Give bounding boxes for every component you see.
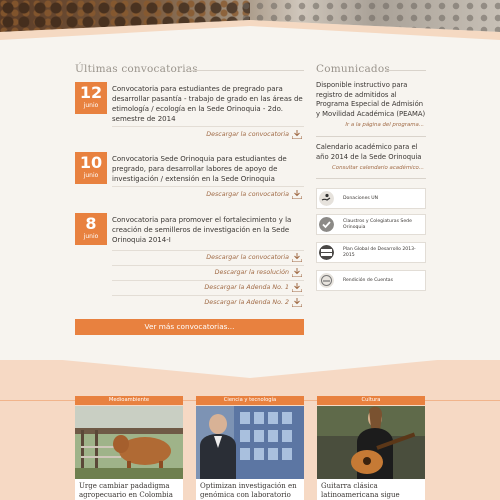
laboratory-photo: [196, 406, 304, 479]
download-link[interactable]: Descargar la Adenda No. 2: [204, 296, 304, 309]
checkmark-badge-icon: [319, 217, 334, 232]
convocatoria-text[interactable]: Convocatoria Sede Orinoquia para estudia…: [112, 154, 304, 184]
download-link[interactable]: Descargar la resolución: [215, 266, 304, 279]
divider: [316, 178, 426, 179]
comunicados-title-rule: [386, 70, 426, 71]
divider: [112, 126, 304, 127]
news-caption: Optimizan investigación en genómica con …: [196, 479, 304, 500]
side-link-claustros[interactable]: Claustros y Colegiaturas Sede Orinoquia: [316, 214, 426, 235]
download-icon: [292, 253, 302, 262]
side-link-label: Claustros y Colegiaturas Sede Orinoquia: [343, 218, 412, 230]
comunicado-text[interactable]: Disponible instructivo para registro de …: [316, 81, 426, 119]
news-card[interactable]: Cultura Guitarra clásica latinoamericana…: [317, 396, 425, 500]
news-category-tag: Cultura: [317, 396, 425, 405]
divider: [316, 136, 426, 137]
plan-2013-2015-icon: [319, 245, 334, 260]
date-month: junio: [83, 172, 99, 179]
news-category-tag: Ciencia y tecnología: [196, 396, 304, 405]
date-day: 8: [85, 214, 97, 233]
side-link-label: Rendición de Cuentas: [343, 277, 393, 283]
date-month: junio: [83, 102, 99, 109]
convocatoria-item: 8 junio Convocatoria para promover el fo…: [75, 213, 304, 313]
download-icon: [292, 268, 302, 277]
side-link-label: Plan Global de Desarrollo 2013-2015: [343, 246, 416, 258]
download-icon: [292, 130, 302, 139]
news-card[interactable]: Ciencia y tecnología Optimizan investiga…: [196, 396, 304, 500]
comunicado-text[interactable]: Calendario académico para el año 2014 de…: [316, 143, 426, 162]
content-bottom-chevron: [0, 350, 500, 378]
divider: [112, 186, 304, 187]
download-link-label: Descargar la Adenda No. 2: [204, 299, 289, 306]
accountability-seal-icon: [319, 273, 334, 288]
comunicado-link[interactable]: Consultar calendario académico...: [332, 165, 424, 171]
date-day: 12: [79, 83, 103, 102]
download-link[interactable]: Descargar la Adenda No. 1: [204, 281, 304, 294]
donation-hand-icon: [319, 191, 334, 206]
download-link-label: Descargar la convocatoria: [206, 131, 289, 138]
side-link-label: Donaciones UN: [343, 195, 379, 201]
download-icon: [292, 283, 302, 292]
more-convocatorias-button[interactable]: Ver más convocatorias...: [75, 319, 304, 335]
date-month: junio: [83, 233, 99, 240]
download-link[interactable]: Descargar la convocatoria: [206, 128, 304, 141]
guitarist-photo: [317, 406, 425, 479]
comunicados-title: Comunicados: [316, 63, 390, 75]
date-badge: 12 junio: [75, 82, 107, 114]
convocatoria-text[interactable]: Convocatoria para promover el fortalecim…: [112, 215, 304, 245]
convocatorias-title: Últimas convocatorias: [75, 63, 198, 75]
news-card[interactable]: Medioambiente Urge cambiar padadigma agr…: [75, 396, 183, 500]
news-category-tag: Medioambiente: [75, 396, 183, 405]
comunicado-link[interactable]: Ir a la página del programa...: [345, 122, 424, 128]
download-link-label: Descargar la convocatoria: [206, 254, 289, 261]
date-day: 10: [79, 153, 103, 172]
convocatoria-text[interactable]: Convocatoria para estudiantes de pregrad…: [112, 84, 304, 124]
news-caption: Guitarra clásica latinoamericana sigue s…: [317, 479, 425, 500]
side-link-rendicion[interactable]: Rendición de Cuentas: [316, 270, 426, 291]
download-link-label: Descargar la resolución: [214, 269, 289, 276]
convocatoria-item: 10 junio Convocatoria Sede Orinoquia par…: [75, 152, 304, 204]
date-badge: 8 junio: [75, 213, 107, 245]
side-link-plan-global[interactable]: Plan Global de Desarrollo 2013-2015: [316, 242, 426, 263]
cattle-photo: [75, 406, 183, 479]
news-caption: Urge cambiar padadigma agropecuario en C…: [75, 479, 183, 500]
side-link-donaciones[interactable]: Donaciones UN: [316, 188, 426, 209]
download-link-label: Descargar la Adenda No. 1: [204, 284, 289, 291]
convocatorias-title-rule: [190, 70, 304, 71]
download-link[interactable]: Descargar la convocatoria: [206, 188, 304, 201]
download-link[interactable]: Descargar la convocatoria: [206, 251, 304, 264]
download-link-label: Descargar la convocatoria: [206, 191, 289, 198]
banner-chevron-divider: [0, 20, 500, 54]
download-icon: [292, 190, 302, 199]
download-icon: [292, 298, 302, 307]
convocatoria-item: 12 junio Convocatoria para estudiantes d…: [75, 82, 304, 142]
date-badge: 10 junio: [75, 152, 107, 184]
